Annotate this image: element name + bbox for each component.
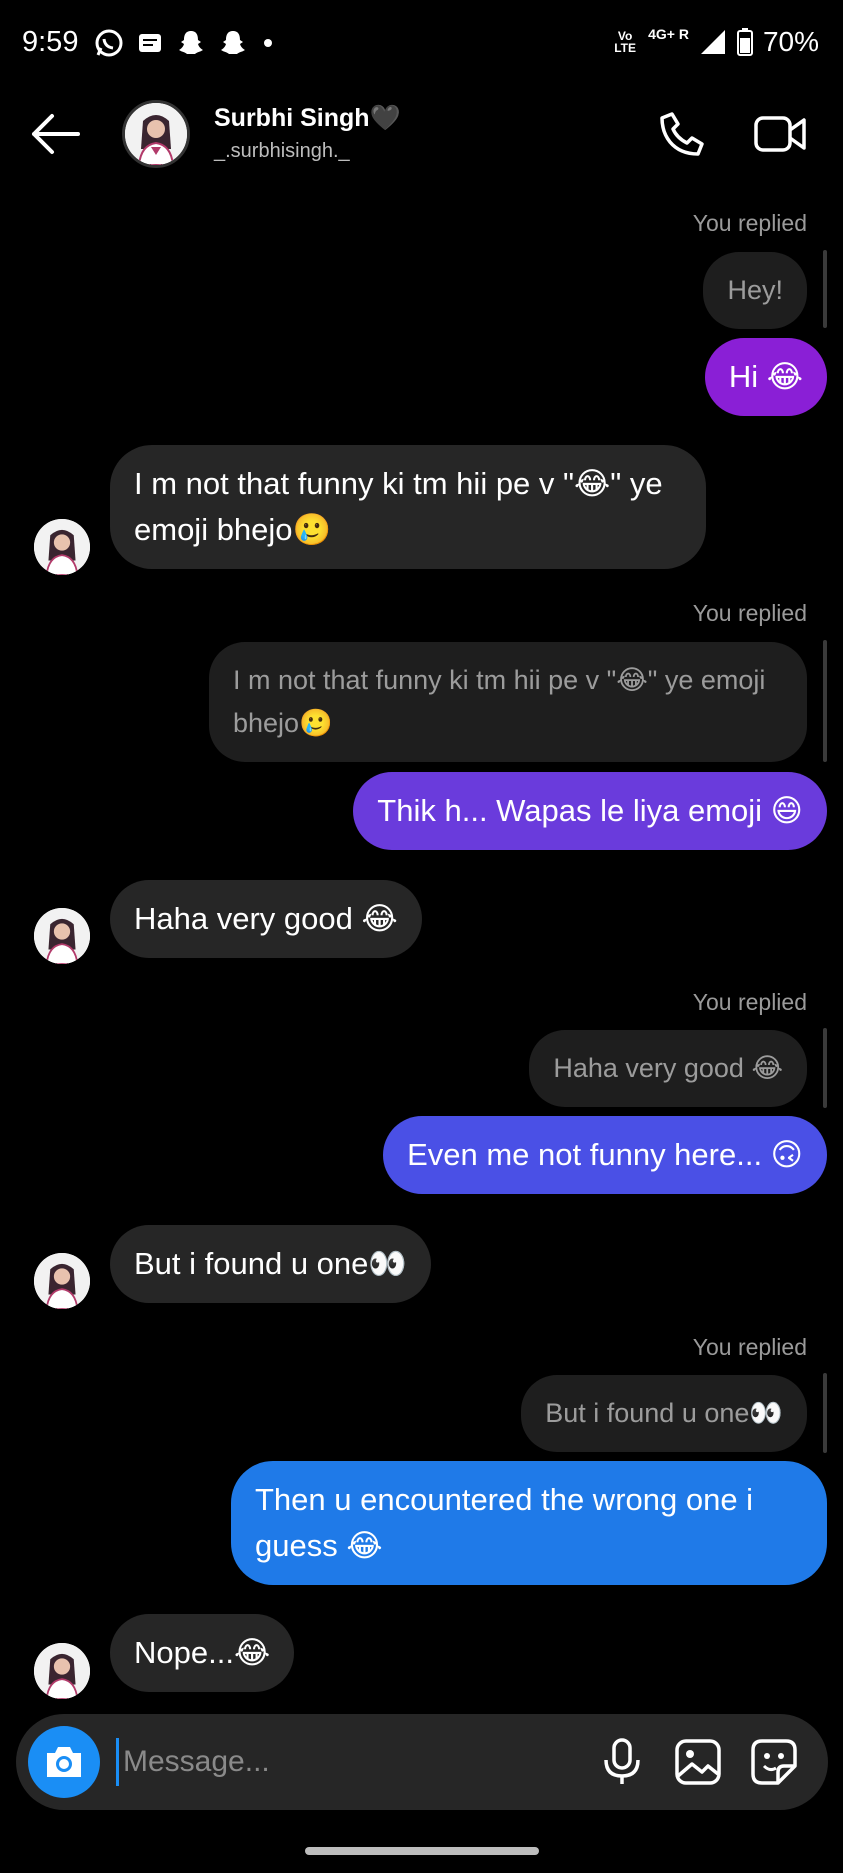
contact-avatar-small[interactable] bbox=[34, 519, 90, 575]
outgoing-message[interactable]: Then u encountered the wrong one i guess… bbox=[231, 1461, 827, 1585]
news-icon bbox=[139, 34, 161, 52]
back-arrow-icon[interactable] bbox=[28, 112, 82, 156]
incoming-message[interactable]: But i found u one👀 bbox=[110, 1225, 432, 1303]
avatar-photo-icon bbox=[34, 1643, 90, 1699]
home-indicator[interactable] bbox=[305, 1847, 539, 1855]
phone-call-icon[interactable] bbox=[658, 110, 706, 158]
you-replied-label: You replied bbox=[692, 1334, 807, 1360]
quoted-message[interactable]: Hey! bbox=[703, 252, 807, 329]
outgoing-message[interactable]: Hi 😂 bbox=[704, 338, 827, 416]
quote-bar bbox=[823, 250, 827, 328]
sticker-icon[interactable] bbox=[748, 1736, 800, 1788]
you-replied-label: You replied bbox=[692, 600, 807, 626]
quote-bar bbox=[823, 1028, 827, 1108]
snapchat-icon-2 bbox=[221, 31, 245, 54]
avatar-photo-icon bbox=[34, 519, 90, 575]
message-input[interactable] bbox=[116, 1738, 596, 1786]
signal-icon bbox=[700, 30, 725, 54]
contact-avatar-small[interactable] bbox=[34, 1253, 90, 1309]
you-replied-label: You replied bbox=[692, 210, 807, 236]
contact-name[interactable]: Surbhi Singh🖤 bbox=[214, 104, 401, 133]
video-call-icon[interactable] bbox=[752, 110, 808, 158]
contact-avatar[interactable] bbox=[122, 100, 190, 168]
outgoing-message[interactable]: Even me not funny here... 🙃 bbox=[383, 1116, 827, 1194]
quote-bar bbox=[823, 640, 827, 762]
quoted-message[interactable]: But i found u one👀 bbox=[521, 1375, 807, 1452]
status-bar: 9:59 Vo LTE 4G+ R 70% bbox=[0, 0, 843, 90]
incoming-message[interactable]: I m not that funny ki tm hii pe v "😂" ye… bbox=[110, 445, 706, 569]
microphone-icon[interactable] bbox=[596, 1736, 648, 1788]
volte-label: Vo LTE bbox=[614, 29, 636, 55]
camera-icon bbox=[47, 1747, 81, 1777]
more-notifications-dot bbox=[264, 39, 272, 47]
message-composer bbox=[16, 1714, 828, 1810]
outgoing-message[interactable]: Thik h... Wapas le liya emoji 😄 bbox=[353, 772, 827, 850]
incoming-message[interactable]: Haha very good 😂 bbox=[110, 880, 422, 958]
camera-button[interactable] bbox=[28, 1726, 100, 1798]
contact-avatar-small[interactable] bbox=[34, 908, 90, 964]
battery-level: 70% bbox=[762, 26, 819, 57]
quote-bar bbox=[823, 1373, 827, 1453]
battery-icon bbox=[736, 28, 753, 56]
contact-username[interactable]: _.surbhisingh._ bbox=[214, 140, 350, 163]
gallery-icon[interactable] bbox=[672, 1736, 724, 1788]
notification-icons bbox=[94, 28, 272, 58]
quoted-message[interactable]: I m not that funny ki tm hii pe v "😂" ye… bbox=[209, 642, 807, 762]
quoted-message[interactable]: Haha very good 😂 bbox=[529, 1030, 807, 1107]
network-label: 4G+ R bbox=[648, 26, 689, 42]
avatar-photo-icon bbox=[34, 1253, 90, 1309]
contact-avatar-small[interactable] bbox=[34, 1643, 90, 1699]
avatar-photo-icon bbox=[34, 908, 90, 964]
status-time: 9:59 bbox=[22, 26, 79, 58]
status-right: Vo LTE 4G+ R 70% bbox=[612, 26, 819, 58]
chat-header: Surbhi Singh🖤 _.surbhisingh._ bbox=[0, 90, 843, 210]
you-replied-label: You replied bbox=[692, 989, 807, 1015]
whatsapp-icon bbox=[95, 29, 123, 57]
avatar-photo-icon bbox=[125, 103, 187, 165]
incoming-message[interactable]: Nope...😂 bbox=[110, 1614, 295, 1692]
snapchat-icon bbox=[179, 31, 203, 54]
